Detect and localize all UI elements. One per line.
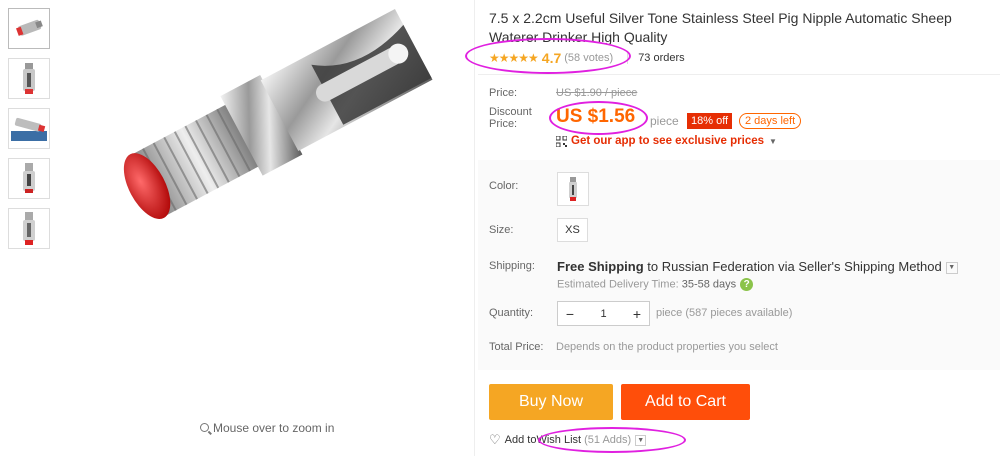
quantity-input[interactable]: 1: [582, 308, 625, 320]
app-promo-link[interactable]: Get our app to see exclusive prices ▼: [556, 135, 777, 147]
thumbnail-image: [23, 163, 35, 193]
color-label: Color:: [489, 180, 519, 192]
zoom-hint: Mouse over to zoom in: [200, 421, 334, 435]
zoom-hint-text: Mouse over to zoom in: [213, 421, 335, 435]
chevron-down-icon[interactable]: ▼: [635, 434, 647, 446]
total-price-note: Depends on the product properties you se…: [556, 341, 778, 353]
divider: [474, 0, 475, 456]
add-to-cart-button[interactable]: Add to Cart: [621, 384, 750, 420]
shipping-to-text: to: [643, 259, 662, 274]
delivery-label: Estimated Delivery Time:: [557, 278, 682, 291]
add-to-wishlist[interactable]: ♡ Add to Wish List (51 Adds) ▼: [489, 432, 647, 448]
discount-label-line2: Price:: [489, 118, 518, 130]
help-icon[interactable]: ?: [740, 278, 754, 291]
price-unit: piece: [650, 114, 679, 128]
wishlist-count: (51 Adds): [584, 434, 632, 446]
shipping-destination: Russian Federation via Seller's Shipping…: [661, 259, 942, 274]
heart-plus-icon: ♡: [489, 432, 501, 447]
magnifier-icon: [200, 423, 209, 432]
thumbnail-3[interactable]: [8, 108, 50, 149]
discount-label-line1: Discount: [489, 106, 532, 118]
size-label: Size:: [489, 224, 514, 236]
quantity-increase-button[interactable]: +: [625, 306, 649, 322]
votes-count[interactable]: (58 votes): [564, 52, 613, 64]
buy-now-button[interactable]: Buy Now: [489, 384, 613, 420]
thumbnail-image: [23, 212, 35, 245]
discount-price-label: Discount Price:: [489, 106, 532, 130]
thumbnail-1[interactable]: [8, 8, 50, 49]
free-shipping-text: Free Shipping: [557, 259, 644, 274]
rating-value: 4.7: [541, 50, 562, 66]
total-price-label: Total Price:: [489, 341, 544, 353]
divider: [627, 52, 629, 64]
star-rating-icon: ★★★★★: [489, 51, 539, 65]
thumbnail-2[interactable]: [8, 58, 50, 99]
orders-count: 73 orders: [638, 52, 685, 64]
app-promo-text: Get our app to see exclusive prices: [571, 135, 765, 147]
thumbnail-image: [23, 63, 35, 94]
caret-down-icon: ▼: [769, 136, 777, 146]
wishlist-prefix: Add to: [504, 434, 537, 446]
product-title: 7.5 x 2.2cm Useful Silver Tone Stainless…: [489, 10, 952, 45]
thumbnail-image: [16, 19, 43, 36]
divider: [478, 74, 1000, 75]
time-left-badge: 2 days left: [739, 113, 802, 129]
original-price: US $1.90 / piece: [556, 87, 638, 99]
size-option-xs[interactable]: XS: [557, 218, 588, 242]
thumbnail-image: [11, 117, 47, 141]
estimated-delivery: Estimated Delivery Time: 35-58 days?: [557, 278, 754, 291]
rating-summary[interactable]: ★★★★★ 4.7 (58 votes) 73 orders: [489, 50, 685, 66]
main-product-image[interactable]: [70, 0, 470, 415]
discount-price: US $1.56: [556, 106, 636, 127]
thumbnail-strip: [8, 8, 50, 258]
delivery-days: 35-58 days: [681, 278, 737, 291]
chevron-down-icon[interactable]: ▼: [945, 261, 958, 274]
discount-badge: 18% off: [687, 113, 733, 129]
color-swatch[interactable]: [557, 172, 589, 206]
thumbnail-5[interactable]: [8, 208, 50, 249]
quantity-decrease-button[interactable]: −: [558, 306, 582, 322]
qr-code-icon: [556, 135, 567, 147]
price-label: Price:: [489, 87, 518, 99]
shipping-method[interactable]: Free Shipping to Russian Federation via …: [557, 259, 958, 274]
swatch-image: [569, 177, 577, 201]
product-photo: [123, 8, 433, 219]
shipping-label: Shipping:: [489, 260, 535, 272]
quantity-label: Quantity:: [489, 307, 534, 319]
thumbnail-4[interactable]: [8, 158, 50, 199]
quantity-stepper: − 1 +: [557, 301, 650, 326]
quantity-availability: piece (587 pieces available): [656, 307, 793, 319]
wishlist-link[interactable]: Wish List: [536, 434, 581, 446]
